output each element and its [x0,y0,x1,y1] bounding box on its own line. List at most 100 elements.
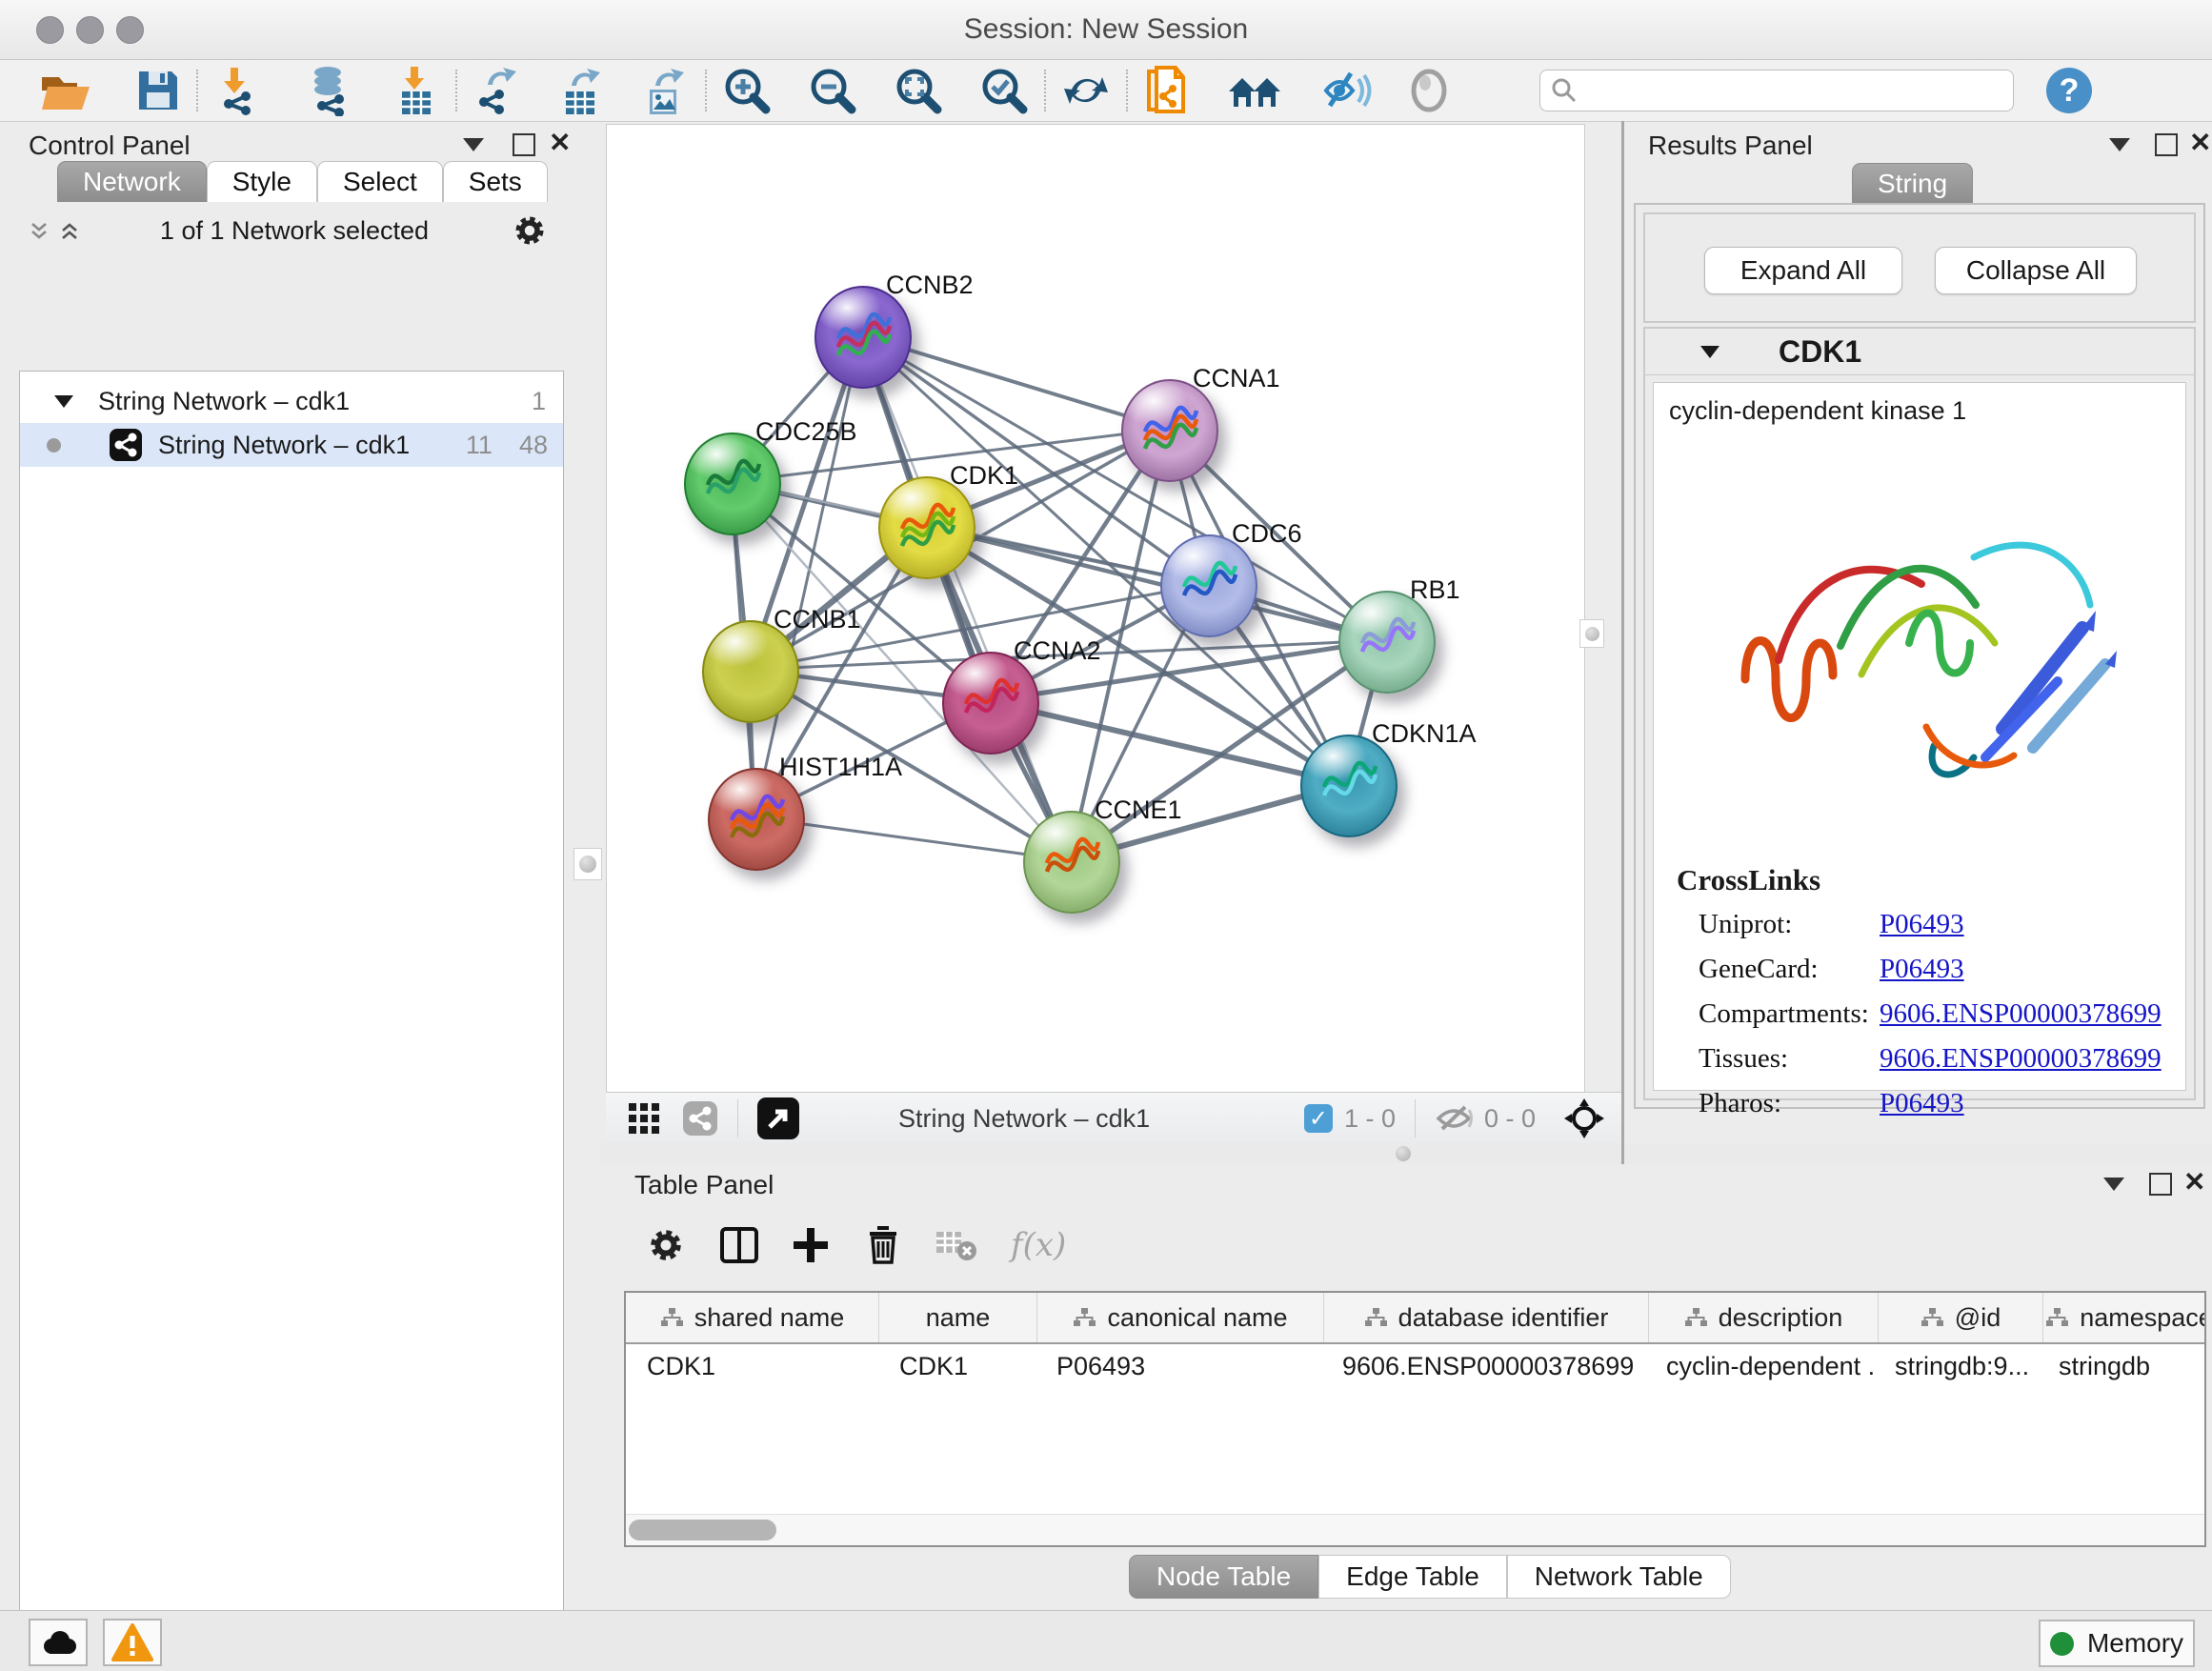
zoom-out-icon[interactable] [808,67,857,114]
table-cell[interactable]: P06493 [1036,1344,1321,1389]
left-splitter-handle[interactable] [573,848,602,880]
tab-network-table[interactable]: Network Table [1507,1555,1731,1599]
node-HIST1H1A[interactable] [708,768,805,871]
control-panel-collapse-icon[interactable] [463,138,484,151]
results-panel-float-icon[interactable] [2155,133,2178,156]
network-row[interactable]: String Network – cdk1 11 48 [20,423,563,467]
column-header-namespace[interactable]: namespace [2043,1293,2206,1342]
table-hscrollbar[interactable] [626,1514,2204,1545]
gear-icon[interactable] [511,211,549,250]
section-collapse-icon[interactable] [1700,346,1719,358]
table-cell[interactable]: CDK1 [626,1344,878,1389]
network-collection-row[interactable]: String Network – cdk1 1 [20,379,563,423]
import-network-icon[interactable] [213,67,263,114]
function-builder-icon[interactable]: f(x) [1011,1226,1066,1264]
expand-all-button[interactable]: Expand All [1704,247,1902,294]
enhance-labels-icon[interactable] [1318,67,1372,114]
table-row[interactable]: CDK1CDK1P064939606.ENSP00000378699cyclin… [626,1344,2204,1389]
detach-view-icon[interactable] [757,1097,799,1139]
string-document-icon[interactable] [1143,67,1193,114]
splitter-handle[interactable] [1396,1146,1411,1161]
save-session-icon[interactable] [135,67,181,114]
table-cell[interactable]: CDK1 [878,1344,1036,1389]
node-CDC6[interactable] [1160,534,1257,637]
crosslink-link[interactable]: P06493 [1880,1088,1964,1119]
export-image-icon[interactable] [642,67,690,114]
column-header-name[interactable]: name [879,1293,1037,1342]
node-CCNE1[interactable] [1023,811,1120,914]
results-panel-collapse-icon[interactable] [2109,138,2130,151]
crosslink-link[interactable]: 9606.ENSP00000378699 [1880,998,2162,1030]
collapse-all-button[interactable]: Collapse All [1935,247,2137,294]
table-panel-collapse-icon[interactable] [2103,1178,2124,1191]
grid-view-icon[interactable] [627,1101,661,1136]
warning-status-button[interactable] [103,1619,162,1666]
toolbar-search[interactable] [1539,70,2014,111]
help-icon[interactable]: ? [2046,68,2092,113]
zoom-in-icon[interactable] [722,67,772,114]
birdseye-icon[interactable] [1562,1097,1606,1140]
control-panel-float-icon[interactable] [513,133,535,156]
node-CDC25B[interactable] [684,433,781,535]
edge-CCNB2-HIST1H1A[interactable] [754,335,861,817]
hidden-eye-icon[interactable] [1435,1102,1473,1135]
import-network-database-icon[interactable] [303,67,354,114]
column-header-database-identifier[interactable]: database identifier [1324,1293,1649,1342]
column-header-description[interactable]: description [1649,1293,1879,1342]
crosslink-link[interactable]: P06493 [1880,909,1964,940]
node-CCNA1[interactable] [1121,379,1218,482]
memory-button[interactable]: Memory [2039,1620,2195,1667]
results-panel-close-icon[interactable]: ✕ [2189,133,2211,152]
tab-string[interactable]: String [1852,163,1973,204]
tab-select[interactable]: Select [317,161,443,202]
zoom-selected-icon[interactable] [979,67,1029,114]
collapse-all-chevron-icon[interactable] [30,222,48,240]
cloud-status-button[interactable] [29,1619,88,1666]
column-header-shared-name[interactable]: shared name [626,1293,879,1342]
control-panel-close-icon[interactable]: ✕ [549,133,571,152]
node-CDKN1A[interactable] [1300,735,1398,837]
node-CDK1[interactable] [878,476,975,579]
crosslink-link[interactable]: 9606.ENSP00000378699 [1880,1043,2162,1075]
crosslink-link[interactable]: P06493 [1880,954,1964,985]
table-panel-float-icon[interactable] [2149,1173,2172,1196]
tab-sets[interactable]: Sets [443,161,548,202]
node-CCNB1[interactable] [702,620,799,723]
delete-column-icon[interactable] [864,1224,902,1266]
string-view-icon[interactable] [682,1100,718,1137]
string-home-icon[interactable] [1227,67,1284,114]
node-section-header[interactable]: CDK1 [1645,329,2194,375]
tree-expand-icon[interactable] [54,395,73,408]
table-cell[interactable]: stringdb:9... [1874,1344,2038,1389]
table-cell[interactable]: 9606.ENSP00000378699 [1321,1344,1645,1389]
search-input[interactable] [1579,75,1982,107]
edge-CCNA2-CDKN1A[interactable] [989,701,1347,784]
hscrollbar-thumb[interactable] [629,1520,776,1540]
presentation-eye-icon[interactable] [1406,67,1452,114]
tab-style[interactable]: Style [207,161,317,202]
column-header--id[interactable]: @id [1879,1293,2043,1342]
node-CCNA2[interactable] [942,652,1039,755]
table-panel-close-icon[interactable]: ✕ [2183,1173,2205,1192]
tab-node-table[interactable]: Node Table [1129,1555,1318,1599]
zoom-fit-icon[interactable] [894,67,943,114]
add-column-icon[interactable] [792,1226,830,1264]
column-header-canonical-name[interactable]: canonical name [1037,1293,1324,1342]
export-table-icon[interactable] [558,67,606,114]
show-columns-icon[interactable] [719,1226,759,1264]
expand-all-chevron-icon[interactable] [61,222,78,240]
tab-network[interactable]: Network [57,161,207,202]
delete-table-icon[interactable] [935,1226,978,1264]
import-table-icon[interactable] [394,67,440,114]
network-canvas[interactable]: CCNB2CCNA1CDC25BCDK1CDC6RB1CCNB1CCNA2CDK… [606,124,1585,1094]
node-RB1[interactable] [1338,591,1436,694]
apply-layout-icon[interactable] [1061,67,1111,114]
node-CCNB2[interactable] [814,286,912,389]
table-cell[interactable]: cyclin-dependent ... [1645,1344,1874,1389]
open-session-icon[interactable] [38,67,91,114]
tab-edge-table[interactable]: Edge Table [1318,1555,1507,1599]
table-gear-icon[interactable] [645,1224,687,1266]
selected-checkbox-icon[interactable]: ✓ [1304,1104,1333,1133]
table-cell[interactable]: stringdb [2038,1344,2206,1389]
export-network-icon[interactable] [473,67,522,114]
